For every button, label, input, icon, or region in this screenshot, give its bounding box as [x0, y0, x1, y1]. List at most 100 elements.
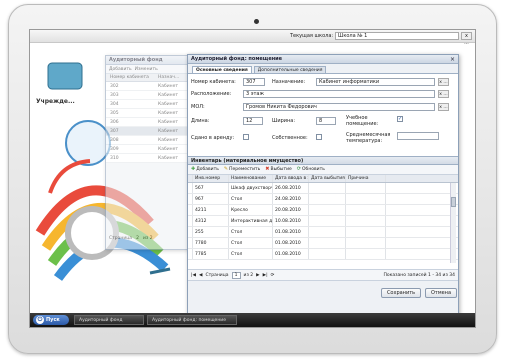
screen: Текущая школа: Школа № 1 x ... Учрежде..…: [29, 29, 476, 328]
cell-inv-number: 567: [193, 183, 229, 193]
room-number-field[interactable]: 307: [243, 78, 265, 86]
width-field[interactable]: 8: [316, 117, 336, 125]
inventory-grid-body: 567Шкаф двухстворчат26.08.2010967Стол24.…: [188, 183, 458, 260]
page-input[interactable]: 1: [231, 271, 241, 279]
page-label: Страница: [205, 272, 229, 278]
table-row[interactable]: 4211 Кресло 20.08.2010: [188, 205, 458, 216]
inv-move-button[interactable]: ✎ Переместить: [223, 166, 260, 173]
rented-label: Сдано в аренду:: [191, 135, 235, 141]
purpose-clear-button[interactable]: x ...: [438, 78, 449, 86]
cancel-button[interactable]: Отмена: [425, 288, 457, 298]
page-of: из 2: [243, 272, 254, 278]
cell-name: Интерактивная дос: [229, 216, 273, 226]
start-button[interactable]: ⏻ Пуск: [33, 315, 69, 325]
pager-refresh-icon[interactable]: ⟳: [271, 273, 275, 278]
task-rooms[interactable]: Аудиторный фонд: [74, 315, 144, 325]
tab-extra-info[interactable]: Дополнительные сведения: [253, 66, 327, 73]
cell-date-out: [309, 238, 346, 248]
table-row[interactable]: 7785 Стол 01.08.2010: [188, 249, 458, 260]
app-building-icon: [47, 62, 83, 90]
cell-reason: [346, 183, 386, 193]
cell-reason: [346, 238, 386, 248]
bg-col-room[interactable]: Номер кабинета: [106, 74, 158, 81]
cell-name: Шкаф двухстворчат: [229, 183, 273, 193]
last-page-icon[interactable]: ▶|: [263, 273, 268, 278]
length-field[interactable]: 12: [243, 117, 263, 125]
close-icon[interactable]: ×: [450, 55, 455, 64]
location-field[interactable]: 3 этаж: [243, 90, 435, 98]
table-row[interactable]: 567Шкаф двухстворчат26.08.2010: [188, 183, 458, 194]
location-clear-button[interactable]: x ...: [438, 90, 449, 98]
bg-cell-room: 309: [110, 147, 119, 152]
inv-add-label: Добавить: [196, 167, 219, 172]
inventory-scrollbar[interactable]: [450, 183, 456, 263]
room-number-label: Номер кабинета:: [191, 79, 236, 85]
top-bar: Текущая школа: Школа № 1 x ...: [30, 30, 475, 46]
cell-inv-number: 255: [193, 227, 229, 237]
cell-date-in: 26.08.2010: [273, 183, 309, 193]
cell-date-out: [309, 249, 346, 259]
cell-date-in: 10.08.2010: [273, 216, 309, 226]
table-row[interactable]: 967 Стол 24.08.2010: [188, 194, 458, 205]
own-checkbox[interactable]: [316, 134, 322, 140]
mascot-body: [65, 120, 111, 166]
room-edit-window: Аудиторный фонд: помещение × Основные св…: [187, 54, 459, 317]
next-page-icon[interactable]: ▶: [256, 273, 259, 278]
records-info: Показано записей 1 - 34 из 34: [383, 273, 455, 278]
cell-date-out: [309, 205, 346, 215]
inv-refresh-label: Обновить: [302, 167, 325, 172]
col-date-in[interactable]: Дата ввода в эксп.: [273, 175, 309, 182]
inventory-grid-header: Инв.номер Наименование Дата ввода в эксп…: [188, 175, 458, 183]
bg-page-label: Страница: [109, 236, 133, 241]
cell-name: Стол: [229, 249, 273, 259]
col-inv-number[interactable]: Инв.номер: [193, 175, 229, 182]
school-select-button[interactable]: x ...: [461, 32, 472, 46]
save-button[interactable]: Сохранить: [381, 288, 421, 298]
bg-cell-room: 307: [110, 129, 119, 134]
first-page-icon[interactable]: |◀: [191, 273, 196, 278]
inv-add-button[interactable]: ✚ Добавить: [191, 167, 219, 173]
current-school-field[interactable]: Школа № 1: [335, 32, 459, 40]
bg-cell-room: 304: [110, 102, 119, 107]
bg-edit-button[interactable]: Изменить: [135, 67, 158, 72]
current-school-label: Текущая школа:: [290, 33, 334, 39]
mol-field[interactable]: Громов Никита Федорович: [243, 103, 435, 111]
length-label: Длина:: [191, 118, 210, 124]
location-label: Расположение:: [191, 91, 232, 97]
scrollbar-thumb[interactable]: [451, 197, 456, 207]
bg-page-value[interactable]: 2: [136, 236, 139, 241]
inventory-pager: |◀ ◀ Страница 1 из 2 ▶ ▶| ⟳ Показано зап…: [188, 269, 458, 280]
temperature-label-2: температура:: [346, 138, 383, 144]
bg-page-of: из 2: [142, 236, 153, 241]
cell-reason: [346, 205, 386, 215]
purpose-label: Назначение:: [272, 79, 306, 85]
mol-label: МОЛ:: [191, 104, 205, 110]
table-row[interactable]: 4312 Интерактивная дос 10.08.2010: [188, 216, 458, 227]
educational-checkbox[interactable]: ✓: [397, 116, 403, 122]
cell-date-in: 24.08.2010: [273, 194, 309, 204]
bg-add-button[interactable]: Добавить: [109, 67, 132, 72]
inv-refresh-button[interactable]: ⟳ Обновить: [297, 167, 325, 173]
col-date-out[interactable]: Дата выбытия: [309, 175, 346, 182]
pencil-icon: ✎: [223, 166, 229, 172]
cell-date-out: [309, 227, 346, 237]
window-title: Аудиторный фонд: помещение ×: [188, 55, 458, 64]
cell-inv-number: 7780: [193, 238, 229, 248]
own-label: Собственное:: [272, 135, 308, 141]
col-reason[interactable]: Причина: [346, 175, 386, 182]
task-room-edit[interactable]: Аудиторный фонд: помещение: [147, 315, 237, 325]
bg-pager: Страница 2 из 2: [109, 236, 153, 241]
purpose-field[interactable]: Кабинет информатики: [316, 78, 435, 86]
rented-checkbox[interactable]: [243, 134, 249, 140]
col-name[interactable]: Наименование: [229, 175, 273, 182]
cell-name: Стол: [229, 227, 273, 237]
temperature-field[interactable]: [397, 132, 439, 140]
tab-main-info[interactable]: Основные сведения: [192, 66, 252, 73]
cell-date-in: 01.08.2010: [273, 249, 309, 259]
educational-label-2: помещение:: [346, 121, 379, 127]
inv-writeoff-button[interactable]: ✖ Выбытие: [265, 167, 292, 173]
mol-clear-button[interactable]: x ...: [438, 103, 449, 111]
prev-page-icon[interactable]: ◀: [199, 273, 202, 278]
table-row[interactable]: 7780 Стол 01.08.2010: [188, 238, 458, 249]
table-row[interactable]: 255 Стол 01.08.2010: [188, 227, 458, 238]
